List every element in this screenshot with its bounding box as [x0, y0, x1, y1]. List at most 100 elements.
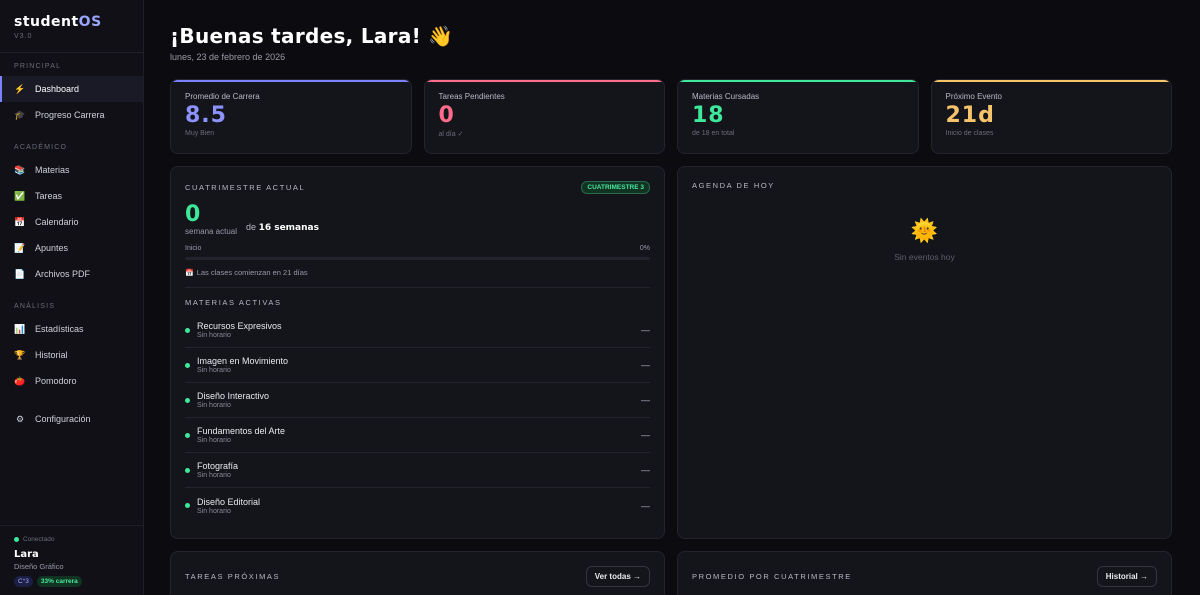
sidebar-item-historial[interactable]: 🏆 Historial	[0, 342, 143, 368]
section-label-principal: PRINCIPAL	[14, 63, 62, 70]
subject-schedule: Sin horario	[197, 332, 231, 339]
status-text: Conectado	[23, 536, 55, 543]
cuatrimestre-card: CUATRIMESTRE ACTUAL CUATRIMESTRE 3 0 sem…	[170, 166, 665, 539]
active-subjects-title: MATERIAS ACTIVAS	[185, 298, 282, 307]
stat-label: Materias Cursadas	[692, 92, 760, 101]
brand-name-main: student	[14, 14, 79, 30]
books-icon: 📚	[14, 164, 26, 175]
sidebar-item-apuntes[interactable]: 📝 Apuntes	[0, 235, 143, 261]
stat-card-promedio[interactable]: Promedio de Carrera 8.5 Muy Bien	[170, 79, 412, 154]
subject-name: Diseño Editorial	[197, 496, 261, 507]
list-item[interactable]: Diseño Interactivo Sin horario —	[185, 383, 650, 418]
list-item[interactable]: Diseño Editorial Sin horario —	[185, 488, 650, 523]
subject-value: —	[641, 325, 650, 335]
status-dot-icon	[185, 397, 190, 403]
checkbox-icon: ✅	[14, 190, 26, 201]
week-of-text: de	[246, 222, 257, 232]
current-date: lunes, 23 de febrero de 2026	[170, 52, 286, 62]
brand-name-accent: OS	[78, 14, 102, 30]
sidebar-item-label: Progreso Carrera	[35, 110, 105, 120]
sidebar-item-label: Historial	[35, 350, 68, 360]
sidebar-item-label: Apuntes	[35, 243, 69, 253]
sidebar-item-dashboard[interactable]: ⚡ Dashboard	[0, 76, 143, 102]
stat-card-materias-cursadas[interactable]: Materias Cursadas 18 de 18 en total	[677, 79, 919, 154]
week-info: 0 semana actual de 16 semanas	[185, 202, 650, 237]
subject-schedule: Sin horario	[197, 437, 231, 444]
average-by-term-card: PROMEDIO POR CUATRIMESTRE Historial →	[677, 551, 1172, 595]
stat-value: 8.5	[185, 103, 227, 128]
week-current: 0 semana actual	[185, 202, 238, 237]
week-label: semana actual	[185, 227, 238, 236]
subject-name: Diseño Interactivo	[197, 391, 270, 401]
subject-value: —	[641, 465, 650, 475]
card-title: AGENDA DE HOY	[692, 181, 775, 190]
stat-value: 0	[438, 103, 455, 128]
trophy-icon: 🏆	[14, 349, 26, 360]
card-title: TAREAS PRÓXIMAS	[185, 572, 281, 581]
sidebar-item-tareas[interactable]: ✅ Tareas	[0, 183, 143, 209]
career-progress-badge: 33% carrera	[36, 576, 82, 587]
week-total-value: 16 semanas	[258, 223, 319, 233]
subject-value: —	[641, 395, 650, 405]
sidebar: studentOS V3.0 PRINCIPAL ⚡ Dashboard 🎓 P…	[0, 0, 144, 595]
sidebar-item-label: Archivos PDF	[35, 269, 91, 279]
sidebar-item-calendario[interactable]: 📅 Calendario	[0, 209, 143, 235]
list-item[interactable]: Fundamentos del Arte Sin horario —	[185, 418, 650, 453]
sidebar-item-label: Pomodoro	[35, 376, 77, 386]
sidebar-item-label: Tareas	[35, 191, 63, 201]
subject-value: —	[641, 430, 650, 440]
list-item[interactable]: Fotografía Sin horario —	[185, 453, 650, 488]
subject-name: Fundamentos del Arte	[197, 426, 286, 436]
cuatrimestre-badge: C°3	[14, 576, 33, 587]
history-button[interactable]: Historial →	[1096, 566, 1157, 587]
subject-name: Recursos Expresivos	[197, 321, 282, 331]
stat-value: 21d	[945, 103, 995, 128]
sidebar-item-configuracion[interactable]: ⚙ Configuración	[0, 406, 143, 432]
section-label-analisis: ANÁLISIS	[14, 303, 56, 310]
page-title: ¡Buenas tardes, Lara! 👋	[170, 24, 454, 48]
sidebar-item-progreso-carrera[interactable]: 🎓 Progreso Carrera	[0, 102, 143, 128]
agenda-empty-state: 🌞 Sin eventos hoy	[692, 218, 1157, 262]
stats-row: Promedio de Carrera 8.5 Muy Bien Tareas …	[170, 79, 1172, 154]
app-root: studentOS V3.0 PRINCIPAL ⚡ Dashboard 🎓 P…	[0, 0, 1200, 595]
connection-status: Conectado	[14, 536, 129, 543]
card-title: PROMEDIO POR CUATRIMESTRE	[692, 572, 852, 581]
bar-chart-icon: 📊	[14, 323, 26, 334]
stat-label: Promedio de Carrera	[185, 92, 260, 101]
sidebar-item-archivos-pdf[interactable]: 📄 Archivos PDF	[0, 261, 143, 287]
upcoming-tasks-card: TAREAS PRÓXIMAS Ver todas →	[170, 551, 665, 595]
view-all-tasks-button[interactable]: Ver todas →	[585, 566, 650, 587]
progress-start-label: Inicio	[185, 245, 202, 252]
middle-row: CUATRIMESTRE ACTUAL CUATRIMESTRE 3 0 sem…	[170, 166, 1172, 539]
lightning-icon: ⚡	[14, 83, 26, 94]
status-dot-icon	[185, 467, 190, 473]
user-box[interactable]: Conectado Lara Diseño Gráfico C°3 33% ca…	[0, 525, 143, 595]
graduation-cap-icon: 🎓	[14, 109, 26, 120]
brand-logo[interactable]: studentOS	[14, 14, 129, 30]
gear-icon: ⚙	[15, 413, 25, 424]
week-number: 0	[185, 202, 201, 227]
stat-card-proximo-evento[interactable]: Próximo Evento 21d Inicio de clases	[930, 79, 1172, 154]
cuatrimestre-pill: CUATRIMESTRE 3	[581, 181, 650, 194]
list-item[interactable]: Recursos Expresivos Sin horario —	[185, 313, 650, 348]
section-label-academico: ACADÉMICO	[14, 144, 68, 151]
main-content: ¡Buenas tardes, Lara! 👋 lunes, 23 de feb…	[144, 0, 1200, 595]
user-name: Lara	[14, 549, 39, 560]
stat-sub: Inicio de clases	[945, 130, 994, 137]
subject-schedule: Sin horario	[197, 367, 231, 374]
bottom-row: TAREAS PRÓXIMAS Ver todas → PROMEDIO POR…	[170, 551, 1172, 595]
sun-icon: 🌞	[910, 218, 939, 243]
sidebar-item-materias[interactable]: 📚 Materias	[0, 157, 143, 183]
sidebar-item-label: Calendario	[35, 217, 79, 227]
sidebar-item-estadisticas[interactable]: 📊 Estadísticas	[0, 316, 143, 342]
subject-schedule: Sin horario	[197, 402, 231, 409]
status-dot-icon	[185, 362, 190, 368]
list-item[interactable]: Imagen en Movimiento Sin horario —	[185, 348, 650, 383]
stat-card-tareas-pendientes[interactable]: Tareas Pendientes 0 al día ✓	[423, 79, 665, 154]
progress-percent-label: 0%	[639, 245, 650, 252]
sidebar-item-pomodoro[interactable]: 🍅 Pomodoro	[0, 368, 143, 394]
sidebar-item-label: Configuración	[35, 414, 91, 424]
memo-icon: 📝	[14, 242, 26, 253]
status-dot-icon	[185, 503, 190, 508]
stat-sub: Muy Bien	[185, 130, 215, 137]
